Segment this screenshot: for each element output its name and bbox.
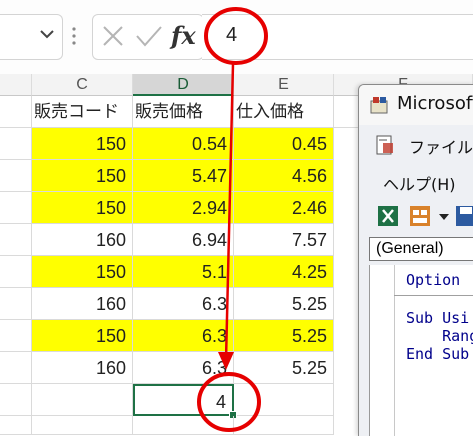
cell-c-empty[interactable] [32,416,133,435]
vba-menu-bar: ファイル(F [359,125,473,165]
cell-sales-code[interactable]: 150 [32,320,133,352]
cell-purchase-price[interactable]: 5.25 [234,288,334,320]
cell-b[interactable] [0,224,32,256]
cell-sales-code[interactable]: 150 [32,128,133,160]
vba-toolbar [359,199,473,235]
cell-sales-code[interactable]: 150 [32,256,133,288]
cell-purchase-price[interactable]: 7.57 [234,224,334,256]
cell-b[interactable] [0,416,32,435]
cell-purchase-price[interactable]: 5.25 [234,320,334,352]
vba-editor-window[interactable]: Microsoft ファイル(F ヘルプ(H) (General) [358,84,473,436]
cell-e-empty[interactable] [234,384,334,416]
active-cell-result[interactable]: 4 [133,384,234,416]
object-combo[interactable]: (General) [369,237,473,261]
vba-title: Microsoft [397,93,473,114]
cell-b[interactable] [0,320,32,352]
cell-sales-code[interactable]: 150 [32,160,133,192]
chevron-down-icon[interactable] [38,25,56,43]
cancel-icon[interactable] [101,24,125,48]
header-sales-code[interactable]: 販売コード [32,96,133,128]
vba-menu-bar-2: ヘルプ(H) [359,165,473,199]
excel-view-icon[interactable] [377,205,399,227]
cell-sales-price[interactable]: 6.3 [133,288,234,320]
insert-function-button[interactable]: fx [171,21,196,50]
menu-help[interactable]: ヘルプ(H) [383,171,456,195]
cell-b[interactable] [0,352,32,384]
cell-sales-price[interactable]: 5.47 [133,160,234,192]
cell-b[interactable] [0,128,32,160]
cell-sales-price[interactable]: 6.94 [133,224,234,256]
cell-b[interactable] [0,384,32,416]
more-options-icon[interactable] [72,26,76,46]
cell-d-empty[interactable] [133,416,234,435]
vba-title-bar[interactable]: Microsoft [359,85,473,125]
name-box[interactable] [0,14,63,60]
cell-purchase-price[interactable]: 0.45 [234,128,334,160]
cell-sales-code[interactable]: 150 [32,192,133,224]
cell-b[interactable] [0,96,32,128]
cell-b[interactable] [0,160,32,192]
dropdown-arrow-icon[interactable] [437,205,451,227]
cell-sales-price[interactable]: 6.3 [133,352,234,384]
insert-userform-icon[interactable] [409,205,431,227]
cell-e-empty[interactable] [234,416,334,435]
cell-sales-price[interactable]: 5.1 [133,256,234,288]
cell-purchase-price[interactable]: 4.25 [234,256,334,288]
cell-sales-price[interactable]: 6.3 [133,320,234,352]
cell-b[interactable] [0,288,32,320]
check-icon[interactable] [135,24,163,48]
cell-purchase-price[interactable]: 4.56 [234,160,334,192]
cell-c-empty[interactable] [32,384,133,416]
vba-document-icon [376,135,393,155]
code-line: End Sub [406,345,470,363]
vba-app-icon [370,97,388,114]
code-line: Rang [406,327,473,345]
cell-b[interactable] [0,192,32,224]
save-icon[interactable] [455,205,473,227]
code-window[interactable]: Option Sub Usi Rang End Sub [369,265,473,436]
formula-input[interactable]: 4 [202,14,473,60]
header-sales-price[interactable]: 販売価格 [133,96,234,128]
formula-value: 4 [226,24,238,46]
cell-purchase-price[interactable]: 2.46 [234,192,334,224]
column-header-stub [0,74,32,96]
cell-sales-code[interactable]: 160 [32,288,133,320]
cell-sales-price[interactable]: 2.94 [133,192,234,224]
header-purchase-price[interactable]: 仕入価格 [234,96,334,128]
column-header-d[interactable]: D [133,74,234,96]
column-header-c[interactable]: C [32,74,133,96]
cell-b[interactable] [0,256,32,288]
code-line: Sub Usi [406,309,470,327]
menu-file[interactable]: ファイル(F [409,134,473,158]
formula-buttons: fx [92,14,204,60]
cell-sales-code[interactable]: 160 [32,224,133,256]
cell-purchase-price[interactable]: 5.25 [234,352,334,384]
cell-sales-code[interactable]: 160 [32,352,133,384]
column-header-e[interactable]: E [234,74,334,96]
cell-sales-price[interactable]: 0.54 [133,128,234,160]
code-margin [370,265,395,436]
procedure-separator [394,295,473,296]
code-line: Option [406,271,461,289]
formula-bar: fx 4 [0,0,473,75]
